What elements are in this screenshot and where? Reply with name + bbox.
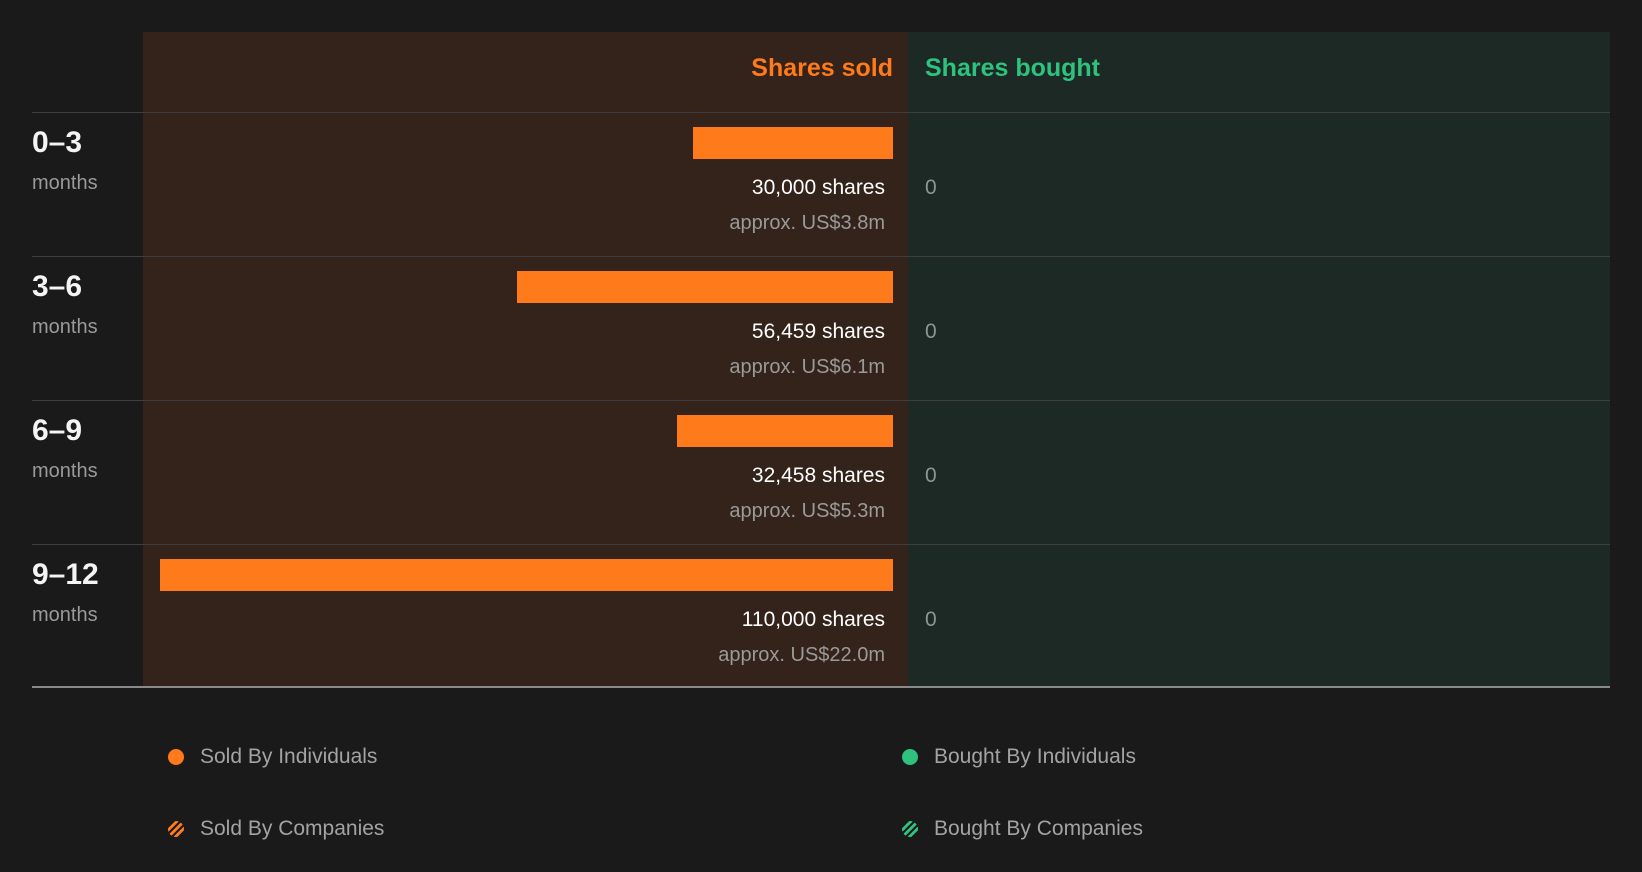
period-row: 9–12 months 110,000 shares approx. US$22… (32, 544, 1610, 688)
legend-label: Bought By Individuals (934, 745, 1136, 768)
row-divider (32, 112, 1610, 113)
sold-value-label: approx. US$3.8m (729, 212, 885, 234)
legend-item-bought-individuals[interactable]: Bought By Individuals (902, 745, 1136, 769)
legend-label: Sold By Individuals (200, 745, 378, 768)
period-range-label: 9–12 (32, 558, 99, 591)
period-range-label: 3–6 (32, 270, 83, 303)
row-divider (32, 400, 1610, 401)
sold-bar[interactable] (677, 415, 893, 447)
sold-shares-label: 110,000 shares (741, 608, 885, 631)
period-row: 3–6 months 56,459 shares approx. US$6.1m… (32, 256, 1610, 400)
sold-value-label: approx. US$6.1m (729, 356, 885, 378)
sold-value-label: approx. US$5.3m (729, 500, 885, 522)
insider-trading-chart: Shares sold Shares bought 0–3 months 30,… (0, 0, 1642, 872)
period-unit-label: months (32, 604, 98, 626)
sold-shares-label: 32,458 shares (751, 464, 885, 487)
legend-striped-swatch-icon (902, 821, 918, 837)
bought-shares-label: 0 (925, 176, 937, 199)
legend-label: Sold By Companies (200, 817, 385, 840)
sold-bar[interactable] (160, 559, 893, 591)
chart-baseline (32, 686, 1610, 688)
shares-sold-header: Shares sold (751, 54, 893, 82)
period-row: 0–3 months 30,000 shares approx. US$3.8m… (32, 112, 1610, 256)
period-unit-label: months (32, 316, 98, 338)
bought-shares-label: 0 (925, 464, 937, 487)
legend-swatch-icon (168, 749, 184, 765)
period-row: 6–9 months 32,458 shares approx. US$5.3m… (32, 400, 1610, 544)
row-divider (32, 256, 1610, 257)
sold-bar[interactable] (693, 127, 893, 159)
row-divider (32, 544, 1610, 545)
period-range-label: 6–9 (32, 414, 83, 447)
legend-item-sold-individuals[interactable]: Sold By Individuals (168, 745, 377, 769)
bought-shares-label: 0 (925, 608, 937, 631)
legend-item-sold-companies[interactable]: Sold By Companies (168, 817, 384, 841)
shares-bought-header: Shares bought (925, 54, 1101, 82)
sold-shares-label: 30,000 shares (751, 176, 885, 199)
legend-striped-swatch-icon (168, 821, 184, 837)
sold-value-label: approx. US$22.0m (718, 644, 885, 666)
sold-bar[interactable] (517, 271, 893, 303)
legend-swatch-icon (902, 749, 918, 765)
bought-shares-label: 0 (925, 320, 937, 343)
period-unit-label: months (32, 460, 98, 482)
sold-shares-label: 56,459 shares (751, 320, 885, 343)
period-unit-label: months (32, 172, 98, 194)
period-range-label: 0–3 (32, 126, 83, 159)
legend-item-bought-companies[interactable]: Bought By Companies (902, 817, 1143, 841)
legend-label: Bought By Companies (934, 817, 1143, 840)
